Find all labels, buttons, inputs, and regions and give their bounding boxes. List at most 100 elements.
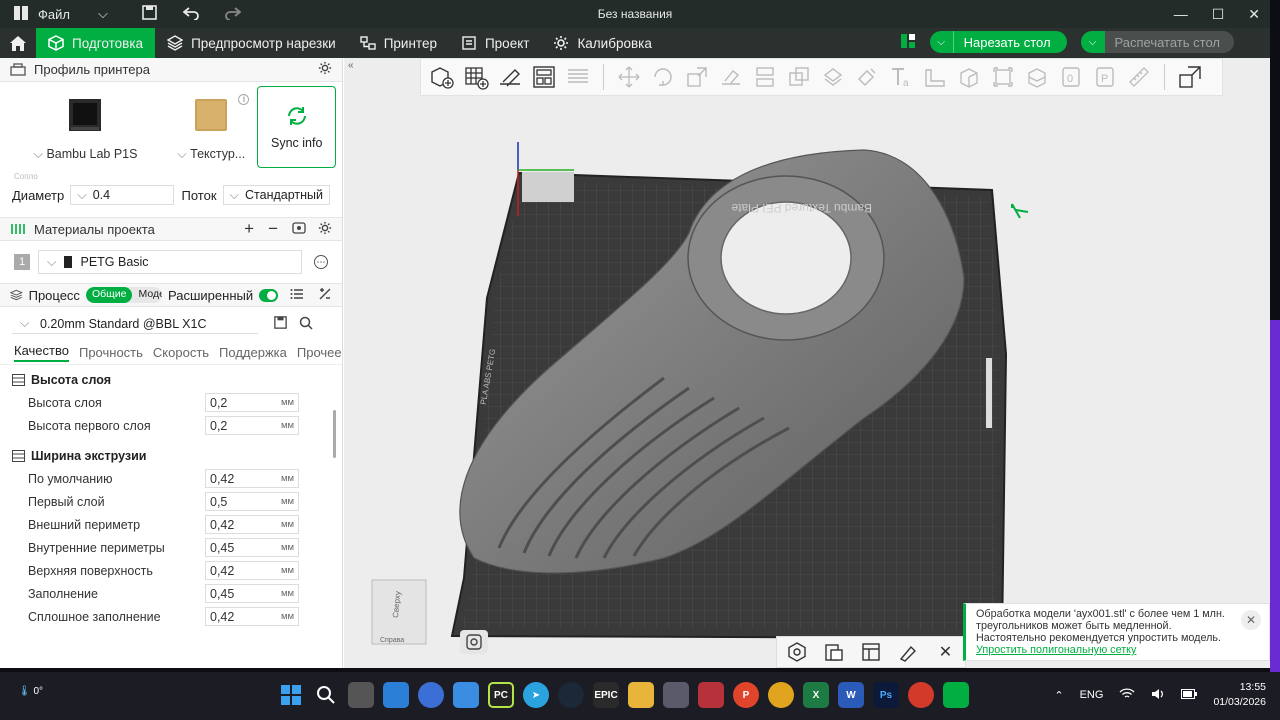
file-menu[interactable]: Файл xyxy=(38,7,70,22)
param-input[interactable]: 0,2 мм xyxy=(205,393,299,412)
collapse-sidebar-icon[interactable]: « xyxy=(348,60,354,71)
rotate-icon[interactable] xyxy=(648,62,678,92)
more-options-icon[interactable]: ⋯ xyxy=(314,255,328,269)
info-icon[interactable]: i xyxy=(238,94,250,105)
start-icon[interactable] xyxy=(278,682,304,708)
tab-slice-preview[interactable]: Предпросмотр нарезки xyxy=(155,28,348,58)
chevron-down-icon[interactable]: ⌵ xyxy=(1080,31,1105,53)
word-icon[interactable]: W xyxy=(838,682,864,708)
add-object-icon[interactable] xyxy=(427,62,457,92)
maximize-button[interactable]: ☐ xyxy=(1212,6,1225,23)
home-button[interactable] xyxy=(0,28,36,58)
paint-icon[interactable] xyxy=(895,637,922,667)
battery-icon[interactable] xyxy=(1181,688,1198,702)
chevron-up-icon[interactable]: ⌃ xyxy=(1054,689,1063,702)
volume-icon[interactable] xyxy=(1151,688,1165,703)
redo-icon[interactable] xyxy=(224,6,242,23)
calculator-icon[interactable] xyxy=(663,682,689,708)
arrange-icon[interactable] xyxy=(529,62,559,92)
steam-icon[interactable] xyxy=(558,682,584,708)
pycharm-icon[interactable]: PC xyxy=(488,682,514,708)
file-explorer-icon[interactable] xyxy=(628,682,654,708)
param-input[interactable]: 0,42 мм xyxy=(205,515,299,534)
hex-view-icon[interactable] xyxy=(783,637,810,667)
plate-p-icon[interactable]: P xyxy=(1090,62,1120,92)
edge-sync-icon[interactable] xyxy=(418,682,444,708)
paste-icon[interactable] xyxy=(820,637,847,667)
process-preset-select[interactable]: ⌵ 0.20mm Standard @BBL X1C xyxy=(12,314,258,334)
split-plates-icon[interactable] xyxy=(563,62,593,92)
telegram-icon[interactable]: ➤ xyxy=(523,682,549,708)
weather-widget[interactable]: 🌡 0° xyxy=(18,686,43,697)
save-icon[interactable] xyxy=(142,5,157,23)
close-button[interactable]: ✕ xyxy=(1248,6,1260,23)
move-icon[interactable] xyxy=(614,62,644,92)
tab-quality[interactable]: Качество xyxy=(14,343,69,362)
search-icon[interactable] xyxy=(299,316,313,333)
param-input[interactable]: 0,2 мм xyxy=(205,416,299,435)
bounding-box-icon[interactable] xyxy=(988,62,1018,92)
param-input[interactable]: 0,45 мм xyxy=(205,584,299,603)
param-input[interactable]: 0,5 мм xyxy=(205,492,299,511)
gear-icon[interactable] xyxy=(318,61,332,78)
chrome-icon[interactable] xyxy=(908,682,934,708)
close-icon[interactable]: ✕ xyxy=(932,637,959,667)
sidebar-scrollbar[interactable] xyxy=(333,410,336,458)
tab-support[interactable]: Поддержка xyxy=(219,345,287,360)
explode-view-icon[interactable] xyxy=(1175,62,1205,92)
photoshop-icon[interactable]: Ps xyxy=(873,682,899,708)
pdf-reader-icon[interactable]: P xyxy=(733,682,759,708)
plate-zero-icon[interactable]: 0 xyxy=(1056,62,1086,92)
add-icon[interactable]: + xyxy=(244,219,254,239)
chevron-down-icon[interactable]: ⌵ xyxy=(930,31,954,53)
gear-icon[interactable] xyxy=(318,221,332,238)
sync-info-button[interactable]: Sync info xyxy=(257,86,336,168)
clock[interactable]: 13:55 01/03/2026 xyxy=(1213,680,1266,710)
printer-select[interactable]: ⌵ Bambu Lab P1S xyxy=(6,86,165,168)
simplify-mesh-link[interactable]: Упростить полигональную сетку xyxy=(976,644,1136,656)
diameter-select[interactable]: ⌵ 0.4 xyxy=(70,185,174,205)
lay-on-face-icon[interactable] xyxy=(716,62,746,92)
epic-games-icon[interactable]: EPIC xyxy=(593,682,619,708)
undo-icon[interactable] xyxy=(182,6,199,23)
search-icon[interactable] xyxy=(313,682,339,708)
chrome-icon[interactable] xyxy=(768,682,794,708)
chevron-down-icon[interactable]: ⌵ xyxy=(98,6,108,22)
save-icon[interactable] xyxy=(274,316,287,332)
minimize-button[interactable]: — xyxy=(1174,6,1188,22)
add-plate-icon[interactable] xyxy=(461,62,491,92)
tab-speed[interactable]: Скорость xyxy=(153,345,209,360)
auto-orient-icon[interactable] xyxy=(495,62,525,92)
store-icon[interactable] xyxy=(453,682,479,708)
param-input[interactable]: 0,42 мм xyxy=(205,561,299,580)
pill-general[interactable]: Общие xyxy=(85,287,133,303)
remove-icon[interactable]: − xyxy=(268,219,278,239)
tab-project[interactable]: Проект xyxy=(449,28,541,58)
language-indicator[interactable]: ENG xyxy=(1080,689,1104,701)
text-icon[interactable]: a xyxy=(886,62,916,92)
advanced-toggle[interactable] xyxy=(259,288,278,302)
scale-icon[interactable] xyxy=(682,62,712,92)
task-view-icon[interactable] xyxy=(348,682,374,708)
tab-calibration[interactable]: Калибровка xyxy=(541,28,663,58)
app-logo-icon[interactable] xyxy=(14,5,28,23)
wifi-icon[interactable] xyxy=(1119,687,1135,703)
3d-viewport[interactable]: « a 0 P Bambu Textured PEI Plate PLA ABS… xyxy=(344,58,1270,668)
close-icon[interactable]: ✕ xyxy=(1241,610,1261,630)
bambu-studio-icon[interactable] xyxy=(943,682,969,708)
seam-paint-icon[interactable] xyxy=(852,62,882,92)
widgets-icon[interactable] xyxy=(383,682,409,708)
assembly-icon[interactable] xyxy=(954,62,984,92)
compare-icon[interactable] xyxy=(318,287,332,304)
ruler-icon[interactable] xyxy=(1124,62,1154,92)
measure-icon[interactable] xyxy=(920,62,950,92)
tab-printer[interactable]: Принтер xyxy=(348,28,449,58)
access-icon[interactable] xyxy=(698,682,724,708)
variable-layer-icon[interactable] xyxy=(1022,62,1052,92)
tab-strength[interactable]: Прочность xyxy=(79,345,143,360)
tab-prepare[interactable]: Подготовка xyxy=(36,28,156,58)
support-paint-icon[interactable] xyxy=(818,62,848,92)
plate-select[interactable]: i ⌵ Текстур... xyxy=(171,86,251,168)
boolean-icon[interactable] xyxy=(784,62,814,92)
flow-select[interactable]: ⌵ Стандартный xyxy=(222,185,330,205)
